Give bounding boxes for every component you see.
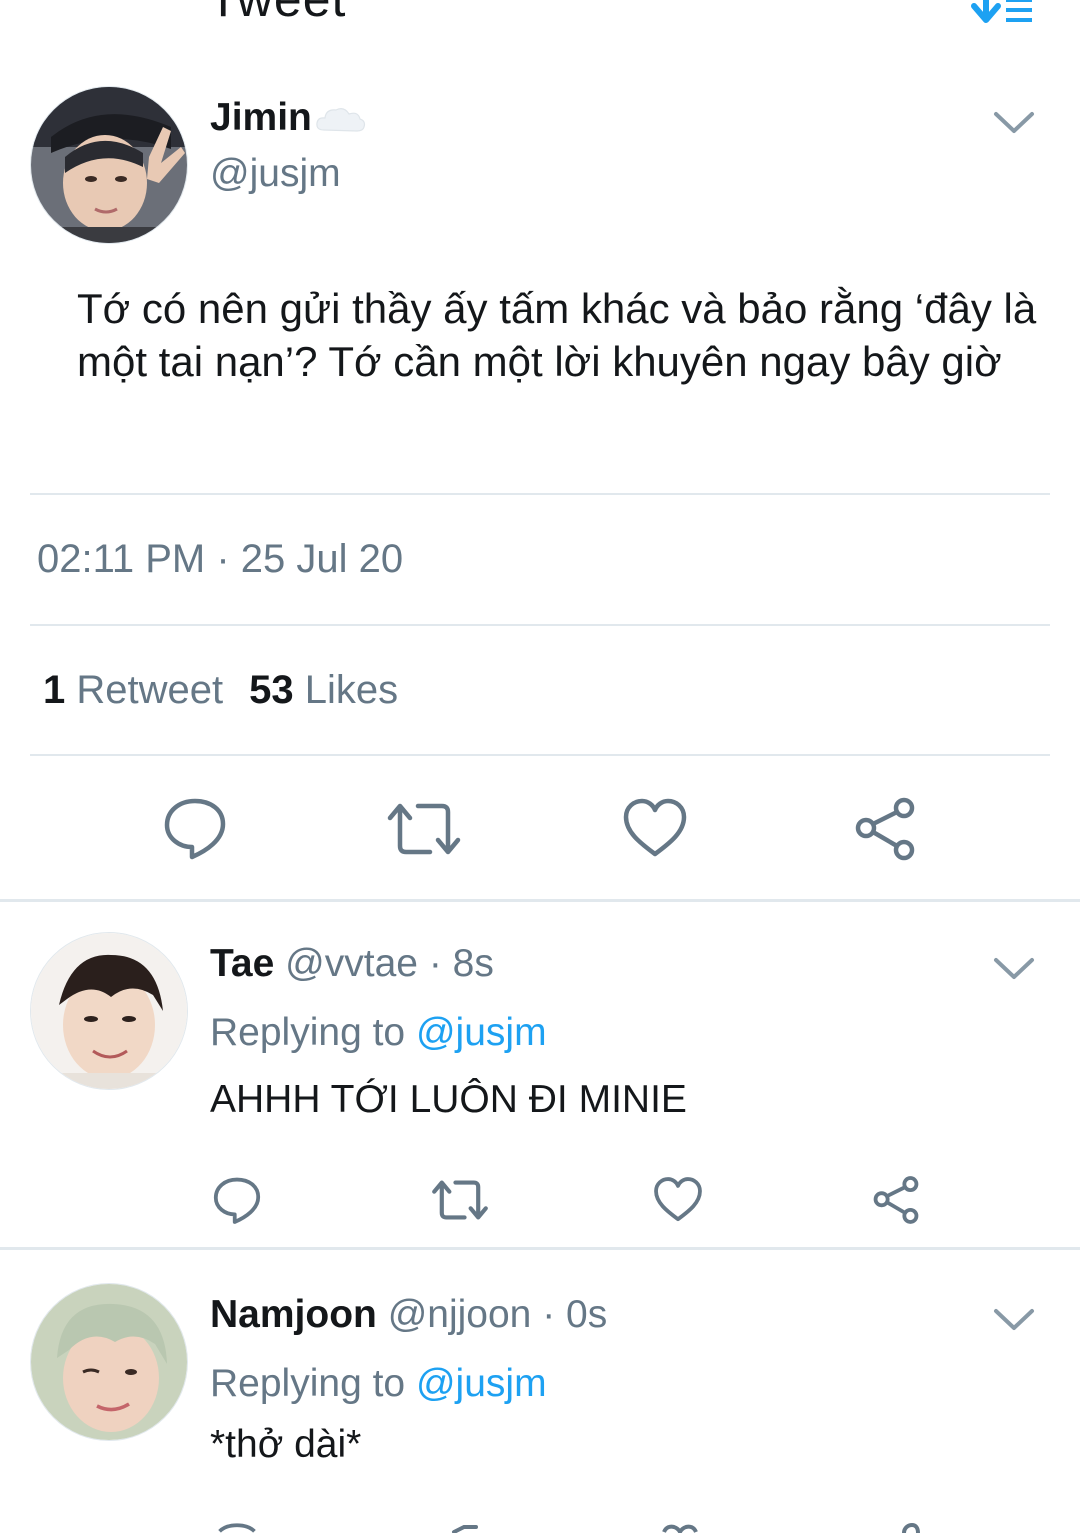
reply-text: AHHH TỚI LUÔN ĐI MINIE	[210, 1078, 687, 1121]
reply-author-handle[interactable]: @vvtae	[285, 942, 418, 985]
likes-stat[interactable]: 53 Likes	[249, 668, 398, 712]
share-icon	[902, 1523, 920, 1533]
replying-to: Replying to @jusjm	[210, 1362, 547, 1406]
retweet-icon	[387, 803, 461, 855]
reply-button[interactable]	[212, 1522, 262, 1533]
back-button[interactable]	[56, 0, 116, 26]
author-name[interactable]: Jimin	[210, 96, 366, 140]
replying-to-prefix: Replying to	[210, 1011, 406, 1054]
share-button[interactable]	[852, 796, 918, 862]
avatar[interactable]	[30, 86, 188, 244]
reply-button[interactable]	[212, 1175, 262, 1225]
tweet-menu-button[interactable]	[993, 1307, 1035, 1333]
divider	[30, 493, 1050, 495]
tweet-text: Tớ có nên gửi thầy ấy tấm khác và bảo rằ…	[77, 285, 1037, 385]
reply-author-name[interactable]: Tae	[210, 942, 274, 985]
comment-icon	[164, 798, 226, 860]
chevron-down-icon	[994, 958, 1034, 979]
comment-icon	[218, 1523, 256, 1533]
comment-icon	[213, 1177, 261, 1224]
reply-button[interactable]	[162, 795, 228, 861]
divider	[30, 754, 1050, 756]
share-icon	[873, 1176, 919, 1224]
heart-icon	[623, 798, 687, 857]
heart-icon	[654, 1177, 702, 1222]
retweet-icon	[432, 1180, 488, 1220]
section-divider	[0, 899, 1080, 902]
top-bar: Tweet	[0, 0, 1080, 40]
share-button[interactable]	[900, 1523, 920, 1533]
sort-button[interactable]	[970, 0, 1036, 28]
reply-text: *thở dài*	[210, 1423, 362, 1466]
retweet-button[interactable]	[450, 1525, 480, 1533]
reply-author-name[interactable]: Namjoon	[210, 1293, 377, 1336]
page-title: Tweet	[208, 0, 346, 28]
reply-time: · 0s	[542, 1293, 608, 1336]
reply-time: · 8s	[428, 942, 494, 985]
retweet-stat[interactable]: 1 Retweet	[43, 668, 223, 712]
reply-author-handle[interactable]: @njjoon	[388, 1293, 532, 1336]
like-button[interactable]	[660, 1523, 700, 1533]
share-icon	[855, 797, 915, 861]
chevron-down-icon	[994, 112, 1034, 133]
section-divider	[0, 1247, 1080, 1250]
replying-to-mention[interactable]: @jusjm	[416, 1011, 547, 1054]
tweet-menu-button[interactable]	[993, 956, 1035, 982]
cloud-icon	[316, 108, 365, 132]
avatar[interactable]	[30, 1283, 188, 1441]
heart-icon	[662, 1524, 698, 1533]
replying-to-mention[interactable]: @jusjm	[416, 1362, 547, 1405]
reply-header: Namjoon @njjoon · 0s	[210, 1293, 607, 1337]
retweet-label: Retweet	[76, 668, 224, 712]
retweet-button[interactable]	[431, 1178, 489, 1222]
tweet-stats: 1 Retweet 53 Likes	[43, 668, 398, 713]
likes-label: Likes	[304, 668, 399, 712]
like-button[interactable]	[622, 797, 688, 859]
share-button[interactable]	[871, 1175, 921, 1225]
divider	[30, 624, 1050, 626]
retweet-count: 1	[43, 668, 66, 712]
avatar[interactable]	[30, 932, 188, 1090]
chevron-down-icon	[994, 1309, 1034, 1330]
like-count: 53	[249, 668, 294, 712]
retweet-button[interactable]	[386, 800, 462, 858]
retweet-icon	[452, 1525, 478, 1533]
replying-to-prefix: Replying to	[210, 1362, 406, 1405]
author-name-text: Jimin	[210, 96, 312, 139]
replying-to: Replying to @jusjm	[210, 1011, 547, 1055]
author-handle[interactable]: @jusjm	[210, 152, 341, 196]
like-button[interactable]	[653, 1176, 703, 1223]
arrow-left-icon	[56, 0, 116, 26]
reply-header: Tae @vvtae · 8s	[210, 942, 494, 986]
tweet-timestamp: 02:11 PM · 25 Jul 20	[37, 537, 404, 581]
tweet-menu-button[interactable]	[993, 110, 1035, 136]
sort-icon	[971, 0, 1032, 23]
